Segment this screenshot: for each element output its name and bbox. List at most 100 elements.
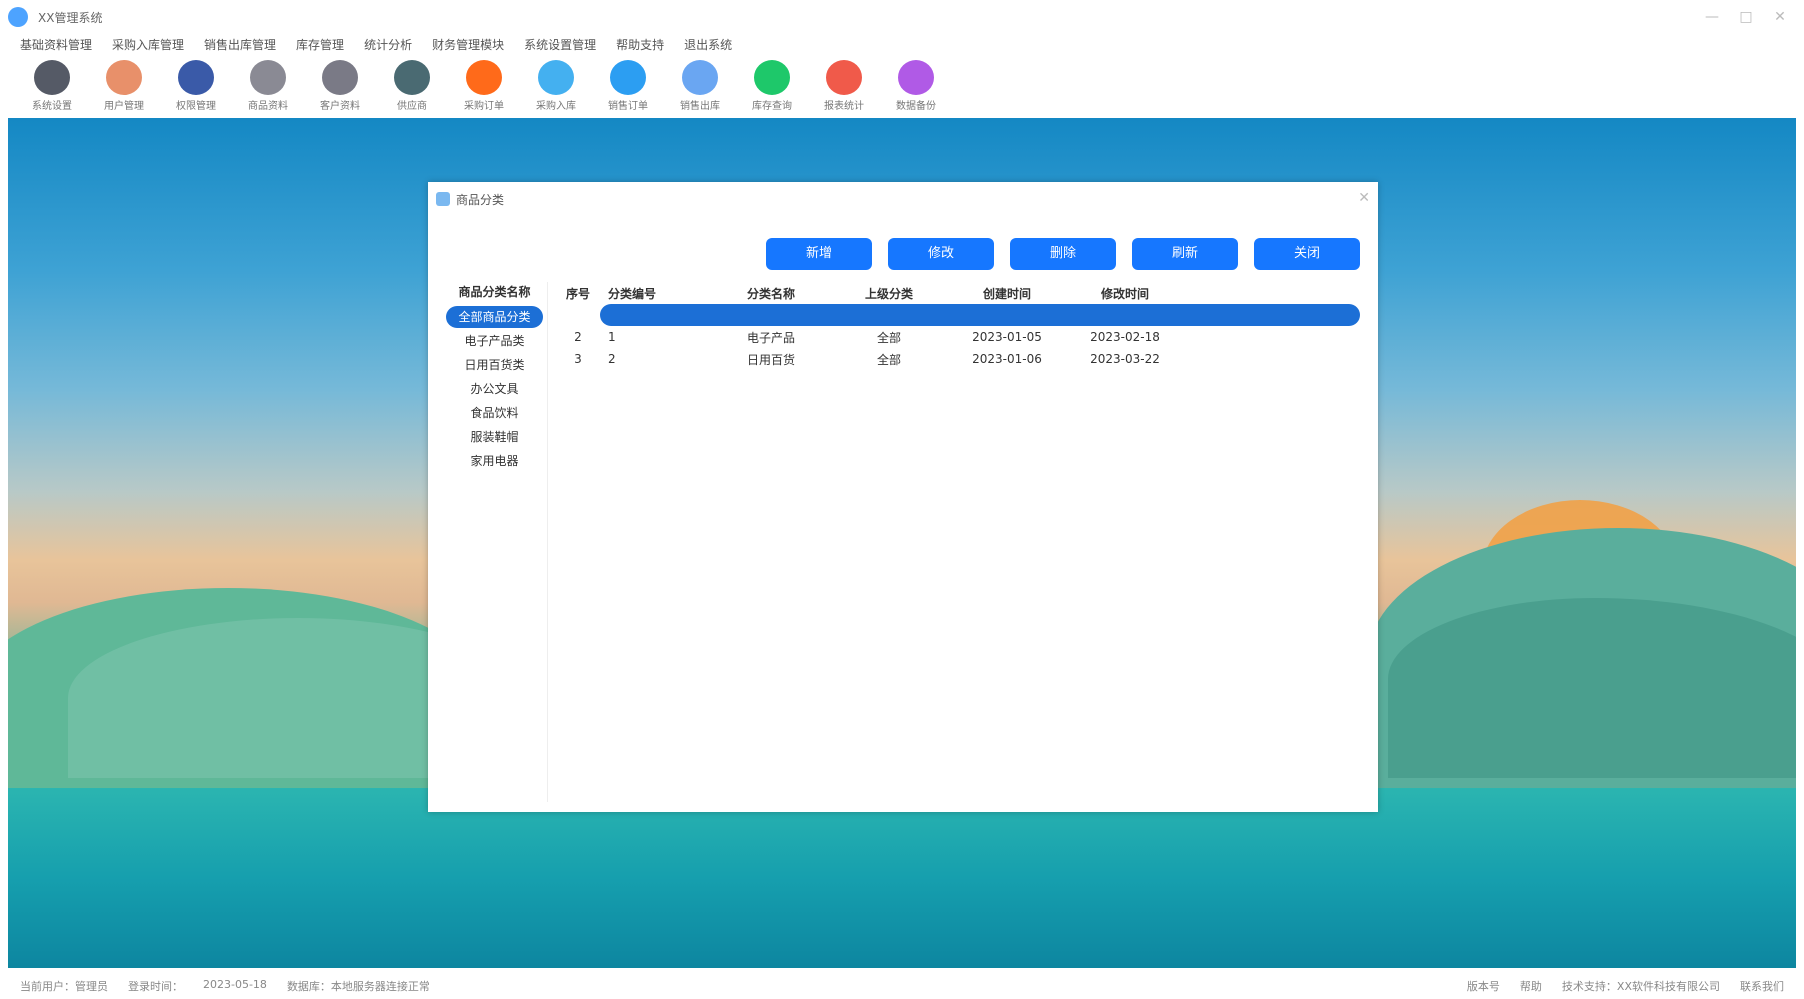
table-header-row: 序号 分类编号 分类名称 上级分类 创建时间 修改时间	[556, 282, 1364, 304]
toolbar-button[interactable]: 数据备份	[880, 56, 952, 112]
table-cell: 2	[608, 352, 616, 366]
search-icon	[754, 60, 790, 95]
category-item[interactable]: 日用百货类	[442, 354, 547, 376]
category-list-header: 商品分类名称	[458, 285, 531, 299]
database-icon	[898, 60, 934, 95]
delete-button[interactable]: 删除	[1010, 238, 1116, 270]
dialog-title: 商品分类	[456, 192, 505, 207]
column-header: 分类编号	[608, 286, 657, 301]
menu-item[interactable]: 退出系统	[684, 34, 732, 56]
toolbar-label: 报表统计	[824, 101, 864, 112]
status-database: 数据库：本地服务器连接正常	[286, 979, 430, 993]
gear-icon	[34, 60, 70, 95]
chart-icon	[826, 60, 862, 95]
column-header: 序号	[565, 286, 590, 301]
category-item[interactable]: 食品饮料	[442, 402, 547, 424]
toolbar-label: 客户资料	[320, 101, 360, 112]
minimize-button[interactable]: —	[1698, 6, 1726, 28]
dialog-close-button[interactable]: ✕	[1358, 190, 1370, 206]
hill-illustration	[1388, 598, 1796, 778]
column-header: 上级分类	[864, 286, 913, 301]
add-button[interactable]: 新增	[766, 238, 872, 270]
category-list: 商品分类名称 全部商品分类 电子产品类 日用百货类 办公文具 食品饮料 服装鞋帽…	[442, 282, 548, 802]
user-icon	[106, 60, 142, 95]
window-title: XX管理系统	[38, 10, 103, 25]
app-logo-icon	[8, 7, 28, 27]
toolbar-button[interactable]: 报表统计	[808, 56, 880, 112]
status-contact[interactable]: 联系我们	[1740, 978, 1784, 994]
toolbar-label: 销售出库	[680, 101, 720, 112]
dialog-title-bar: 商品分类	[428, 182, 1378, 216]
toolbar-button[interactable]: 用户管理	[88, 56, 160, 112]
column-header: 分类名称	[746, 286, 795, 301]
row-number: 3	[574, 352, 582, 366]
menu-item[interactable]: 统计分析	[364, 34, 412, 56]
column-header: 修改时间	[1100, 286, 1149, 301]
menu-item[interactable]: 库存管理	[296, 34, 344, 56]
refresh-button[interactable]: 刷新	[1132, 238, 1238, 270]
table-row[interactable]: 3 2 日用百货 全部 2023-01-06 2023-03-22	[556, 348, 1364, 370]
menu-item[interactable]: 基础资料管理	[20, 34, 92, 56]
toolbar-button[interactable]: 销售出库	[664, 56, 736, 112]
toolbar-label: 采购入库	[536, 101, 576, 112]
table-row[interactable]	[600, 304, 1360, 326]
toolbar-button[interactable]: 采购订单	[448, 56, 520, 112]
column-header: 创建时间	[982, 286, 1031, 301]
close-button[interactable]: ✕	[1766, 6, 1794, 28]
status-help[interactable]: 帮助	[1520, 978, 1542, 994]
table-cell: 2023-01-06	[972, 352, 1042, 366]
menu-item[interactable]: 帮助支持	[616, 34, 664, 56]
toolbar-button[interactable]: 库存查询	[736, 56, 808, 112]
category-item[interactable]: 办公文具	[442, 378, 547, 400]
table-cell: 1	[608, 330, 616, 344]
status-version: 版本号	[1466, 979, 1500, 993]
table-cell: 2023-01-05	[972, 330, 1042, 344]
status-login-label: 登录时间：	[128, 979, 183, 993]
category-item[interactable]: 电子产品类	[442, 330, 547, 352]
toolbar-label: 销售订单	[608, 101, 648, 112]
contact-icon	[322, 60, 358, 95]
menu-item[interactable]: 财务管理模块	[432, 34, 504, 56]
window-controls: — □ ✕	[1698, 6, 1794, 28]
table-cell: 2023-02-18	[1090, 330, 1160, 344]
toolbar-button[interactable]: 客户资料	[304, 56, 376, 112]
status-user: 当前用户：管理员	[20, 979, 108, 993]
status-date: 2023-05-18	[203, 977, 267, 991]
toolbar-button[interactable]: 采购入库	[520, 56, 592, 112]
menu-bar: 基础资料管理 采购入库管理 销售出库管理 库存管理 统计分析 财务管理模块 系统…	[0, 34, 732, 56]
table-row[interactable]: 2 1 电子产品 全部 2023-01-05 2023-02-18	[556, 326, 1364, 348]
toolbar-button[interactable]: 权限管理	[160, 56, 232, 112]
toolbar-label: 用户管理	[104, 101, 144, 112]
category-item[interactable]: 全部商品分类	[446, 306, 543, 328]
table-cell: 2023-03-22	[1090, 352, 1160, 366]
table-cell: 电子产品	[746, 330, 795, 345]
category-item[interactable]: 服装鞋帽	[442, 426, 547, 448]
box-icon	[250, 60, 286, 95]
status-bar: 当前用户：管理员 登录时间： 2023-05-18 数据库：本地服务器连接正常 …	[0, 972, 1804, 999]
receipt-icon	[610, 60, 646, 95]
maximize-button[interactable]: □	[1732, 6, 1760, 28]
category-item[interactable]: 家用电器	[442, 450, 547, 472]
toolbar-label: 供应商	[397, 101, 427, 112]
toolbar: 系统设置 用户管理 权限管理 商品资料 客户资料 供应商 采购订单 采购入库 销…	[0, 56, 952, 112]
toolbar-button[interactable]: 供应商	[376, 56, 448, 112]
menu-item[interactable]: 销售出库管理	[204, 34, 276, 56]
row-number: 2	[574, 330, 582, 344]
menu-item[interactable]: 采购入库管理	[112, 34, 184, 56]
outbox-icon	[682, 60, 718, 95]
cart-icon	[466, 60, 502, 95]
dialog-icon	[436, 192, 450, 206]
edit-button[interactable]: 修改	[888, 238, 994, 270]
close-dialog-button[interactable]: 关闭	[1254, 238, 1360, 270]
category-table: 序号 分类编号 分类名称 上级分类 创建时间 修改时间 2 1 电子产品 全部 …	[556, 282, 1364, 370]
toolbar-label: 采购订单	[464, 101, 504, 112]
dialog-action-buttons: 新增 修改 删除 刷新 关闭	[766, 238, 1360, 270]
toolbar-button[interactable]: 商品资料	[232, 56, 304, 112]
water-illustration	[8, 788, 1796, 968]
status-left: 当前用户：管理员 登录时间： 2023-05-18 数据库：本地服务器连接正常	[0, 978, 430, 994]
shield-icon	[178, 60, 214, 95]
toolbar-button[interactable]: 销售订单	[592, 56, 664, 112]
toolbar-button[interactable]: 系统设置	[16, 56, 88, 112]
title-bar: XX管理系统 — □ ✕	[0, 0, 1804, 34]
menu-item[interactable]: 系统设置管理	[524, 34, 596, 56]
